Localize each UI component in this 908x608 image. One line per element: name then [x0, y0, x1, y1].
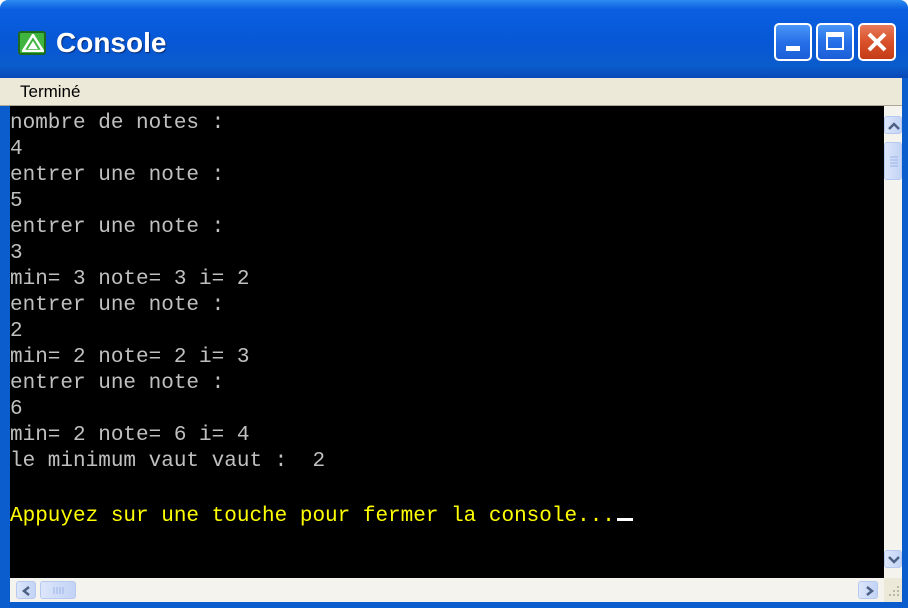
console-app-icon — [18, 31, 46, 55]
console-line: entrer une note : — [10, 216, 225, 239]
vertical-scroll-thumb[interactable] — [884, 142, 902, 180]
console-line: nombre de notes : — [10, 112, 225, 135]
minimize-icon — [786, 46, 800, 51]
console-output[interactable]: nombre de notes : 4 entrer une note : 5 … — [10, 106, 884, 578]
console-line: 5 — [10, 190, 23, 213]
scroll-down-button[interactable] — [884, 550, 902, 568]
chevron-right-icon — [866, 586, 875, 596]
console-line: 6 — [10, 398, 23, 421]
chevron-down-icon — [888, 556, 900, 564]
console-line: entrer une note : — [10, 164, 225, 187]
grip-lines-icon — [890, 156, 898, 167]
console-line: entrer une note : — [10, 294, 225, 317]
console-line: 3 — [10, 242, 23, 265]
scroll-up-button[interactable] — [884, 116, 902, 134]
window-left-border — [0, 106, 10, 608]
maximize-button[interactable] — [816, 23, 854, 61]
console-window: Console Terminé nombre de notes : 4 entr… — [0, 0, 908, 608]
window-bottom-border — [0, 602, 908, 608]
console-prompt-text: Appuyez sur une touche pour fermer la co… — [10, 505, 615, 528]
console-line: min= 3 note= 3 i= 2 — [10, 268, 250, 291]
console-line: 4 — [10, 138, 23, 161]
window-title: Console — [56, 27, 167, 58]
horizontal-scrollbar[interactable] — [10, 578, 884, 602]
chevron-up-icon — [888, 122, 900, 130]
window-right-border — [902, 78, 908, 608]
console-line: entrer une note : — [10, 372, 225, 395]
console-line: min= 2 note= 2 i= 3 — [10, 346, 250, 369]
close-icon — [867, 32, 887, 52]
console-line: min= 2 note= 6 i= 4 — [10, 424, 250, 447]
scroll-left-button[interactable] — [16, 581, 36, 599]
scroll-right-button[interactable] — [858, 581, 878, 599]
maximize-icon — [826, 32, 844, 50]
title-bar[interactable]: Console — [0, 0, 908, 78]
grip-lines-icon — [53, 587, 64, 594]
text-cursor — [616, 518, 633, 521]
resize-grip-icon — [889, 586, 899, 596]
vertical-scrollbar[interactable] — [884, 106, 902, 578]
close-button[interactable] — [858, 23, 896, 61]
console-line: 2 — [10, 320, 23, 343]
status-bar: Terminé — [0, 78, 908, 106]
resize-grip[interactable] — [884, 578, 902, 602]
console-line: le minimum vaut vaut : 2 — [10, 450, 326, 473]
status-text: Terminé — [20, 82, 81, 101]
minimize-button[interactable] — [774, 23, 812, 61]
console-prompt-line: Appuyez sur une touche pour fermer la co… — [10, 504, 633, 530]
chevron-left-icon — [21, 586, 30, 596]
horizontal-scroll-thumb[interactable] — [40, 581, 76, 599]
